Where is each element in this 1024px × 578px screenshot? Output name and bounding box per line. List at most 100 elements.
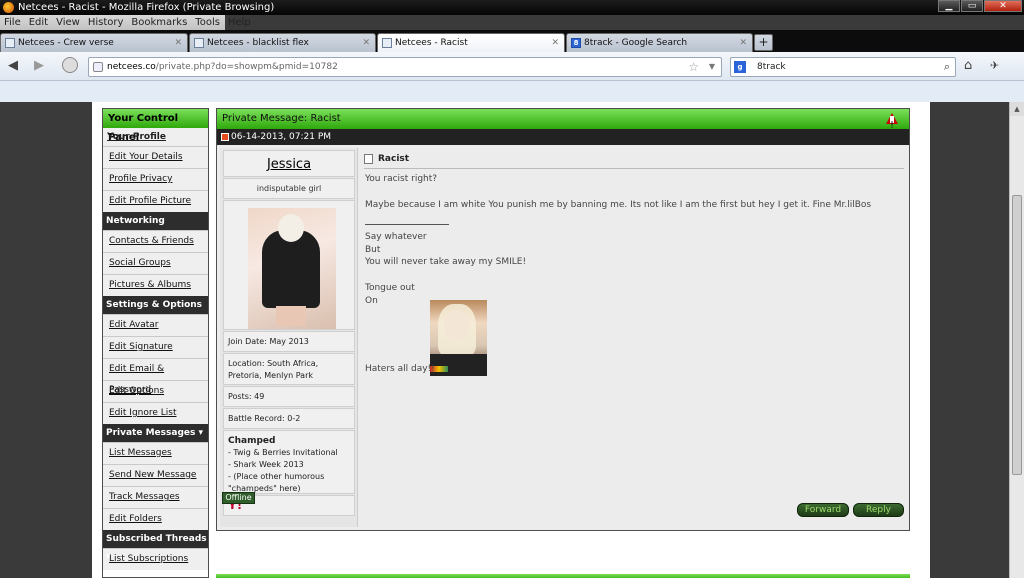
page-icon <box>194 38 204 48</box>
page-icon <box>382 38 392 48</box>
tab-crew-verse[interactable]: Netcees - Crew verse ✕ <box>0 33 188 52</box>
post-icon <box>221 133 229 141</box>
menu-file[interactable]: File <box>0 17 25 28</box>
sidebar-item-ignore-list[interactable]: Edit Ignore List <box>103 402 208 424</box>
location: Location: South Africa, Pretoria, Menlyn… <box>228 359 319 380</box>
sidebar-item-list-subscriptions[interactable]: List Subscriptions <box>103 548 208 570</box>
bookmark-star-icon[interactable]: ☆ <box>688 58 699 76</box>
sidebar-item-send-message[interactable]: Send New Message <box>103 464 208 486</box>
signature-line: You will never take away my SMILE! <box>365 257 527 268</box>
back-arrow-icon[interactable]: ◀ <box>8 58 18 74</box>
sidebar-item-label: Pictures & Albums <box>109 280 191 290</box>
menu-edit[interactable]: Edit <box>25 17 52 28</box>
minimize-button[interactable]: ▁ <box>938 0 960 12</box>
sidebar-section-private-messages[interactable]: Private Messages ▾ <box>103 424 208 442</box>
pm-date: 06-14-2013, 07:21 PM <box>231 132 332 142</box>
sidebar-item-your-profile[interactable]: Your Profile <box>103 128 208 146</box>
google-icon[interactable]: g <box>734 61 746 73</box>
reload-icon[interactable] <box>62 57 78 73</box>
site-identity-icon[interactable] <box>93 62 103 72</box>
bookmarks-bar <box>0 81 1024 102</box>
sidebar-item-profile-privacy[interactable]: Profile Privacy <box>103 168 208 190</box>
maximize-button[interactable]: ▭ <box>961 0 983 12</box>
scroll-thumb[interactable] <box>1012 195 1022 475</box>
google-icon: 8 <box>571 38 581 48</box>
search-icon[interactable]: ⌕ <box>944 58 950 76</box>
tab-google-search[interactable]: 8 8track - Google Search ✕ <box>566 33 753 52</box>
sidebar-item-label: Track Messages <box>109 492 180 502</box>
sidebar-item-edit-options[interactable]: Edit Options <box>103 380 208 402</box>
reply-button[interactable]: Reply <box>853 503 904 517</box>
search-input[interactable]: g 8track ⌕ <box>730 57 956 77</box>
sidebar-section-subscribed-threads[interactable]: Subscribed Threads ▾ <box>103 530 208 562</box>
chevron-down-icon[interactable]: ▼ <box>709 58 715 76</box>
join-date-box: Join Date: May 2013 <box>223 331 355 352</box>
menu-bookmarks[interactable]: Bookmarks <box>127 17 191 28</box>
sidebar-item-profile-picture[interactable]: Edit Profile Picture <box>103 190 208 212</box>
signature-photo <box>430 300 487 376</box>
champed-item: - Twig & Berries Invitational <box>228 448 338 457</box>
tab-blacklist-flex[interactable]: Netcees - blacklist flex ✕ <box>189 33 376 52</box>
sidebar-item-label: Edit Ignore List <box>109 408 177 418</box>
scroll-up-icon[interactable]: ▲ <box>1010 102 1024 116</box>
page-scrollbar[interactable]: ▲ <box>1009 102 1024 578</box>
sidebar-item-pictures[interactable]: Pictures & Albums <box>103 274 208 296</box>
sidebar-item-social-groups[interactable]: Social Groups <box>103 252 208 274</box>
report-warning-icon[interactable]: ! <box>886 113 898 131</box>
forward-button[interactable]: Forward <box>797 503 849 517</box>
sidebar-item-contacts[interactable]: Contacts & Friends <box>103 230 208 252</box>
status-badge: Offline <box>222 492 255 504</box>
addon-icon[interactable]: ✈ <box>990 58 999 74</box>
sidebar-item-label: Edit Your Details <box>109 152 183 162</box>
sidebar-title: Your Control Panel <box>103 109 208 143</box>
avatar-legs <box>276 306 306 326</box>
sidebar-item-label: Your Profile <box>107 132 166 142</box>
sidebar-item-edit-signature[interactable]: Edit Signature <box>103 336 208 358</box>
close-tab-icon[interactable]: ✕ <box>739 34 747 52</box>
sidebar-item-list-messages[interactable]: List Messages <box>103 442 208 464</box>
close-tab-icon[interactable]: ✕ <box>174 34 182 52</box>
sidebar-item-edit-folders[interactable]: Edit Folders <box>103 508 208 530</box>
url-bar[interactable]: netcees.co/private.php?do=showpm&pmid=10… <box>88 57 722 77</box>
new-tab-button[interactable]: + <box>754 34 773 51</box>
tab-racist[interactable]: Netcees - Racist ✕ <box>377 33 565 53</box>
menu-history[interactable]: History <box>84 17 128 28</box>
sidebar-item-label: Contacts & Friends <box>109 236 194 246</box>
sidebar-item-edit-email[interactable]: Edit Email & Password <box>103 358 208 395</box>
menu-view[interactable]: View <box>52 17 84 28</box>
close-window-button[interactable]: ✕ <box>984 0 1022 12</box>
close-tab-icon[interactable]: ✕ <box>362 34 370 52</box>
sidebar-item-edit-avatar[interactable]: Edit Avatar <box>103 314 208 336</box>
forward-arrow-icon[interactable]: ▶ <box>34 58 44 74</box>
window-controls: ▁ ▭ ✕ <box>937 0 1022 14</box>
sidebar-item-label: List Messages <box>109 448 172 458</box>
join-date: Join Date: May 2013 <box>228 337 309 346</box>
pm-header: Private Message: Racist ! <box>217 109 909 131</box>
navigation-bar: ◀ ▶ netcees.co/private.php?do=showpm&pmi… <box>0 52 1024 81</box>
photo-face <box>444 310 470 340</box>
username-link[interactable]: Jessica <box>224 151 354 178</box>
champed-item: - Shark Week 2013 <box>228 460 304 469</box>
message-line: You racist right? <box>365 174 438 184</box>
photo-shirt <box>430 354 487 376</box>
sidebar-item-edit-details[interactable]: Edit Your Details <box>103 146 208 168</box>
message-subject-text: Racist <box>378 154 410 164</box>
search-value: 8track <box>757 62 786 72</box>
signature-line: Haters all day!! <box>365 364 435 374</box>
sidebar-item-track-messages[interactable]: Track Messages <box>103 486 208 508</box>
sidebar-item-label: Edit Avatar <box>109 320 159 330</box>
battle-record-box: Battle Record: 0-2 <box>223 408 355 429</box>
sidebar-item-label: Profile Privacy <box>109 174 173 184</box>
posts-count: Posts: 49 <box>228 392 265 401</box>
document-icon <box>364 154 373 164</box>
champed-box: Champed - Twig & Berries Invitational - … <box>223 430 355 494</box>
pm-header-subject: Racist <box>310 113 341 124</box>
user-title: indisputable girl <box>256 184 322 193</box>
avatar[interactable] <box>248 208 336 329</box>
menu-help[interactable]: Help <box>224 17 255 28</box>
menu-tools[interactable]: Tools <box>191 17 224 28</box>
close-tab-icon[interactable]: ✕ <box>551 34 559 52</box>
tab-label: Netcees - blacklist flex <box>207 38 309 48</box>
home-icon[interactable]: ⌂ <box>964 58 972 74</box>
champed-item: - (Place other humorous "champeds" here) <box>228 472 325 493</box>
